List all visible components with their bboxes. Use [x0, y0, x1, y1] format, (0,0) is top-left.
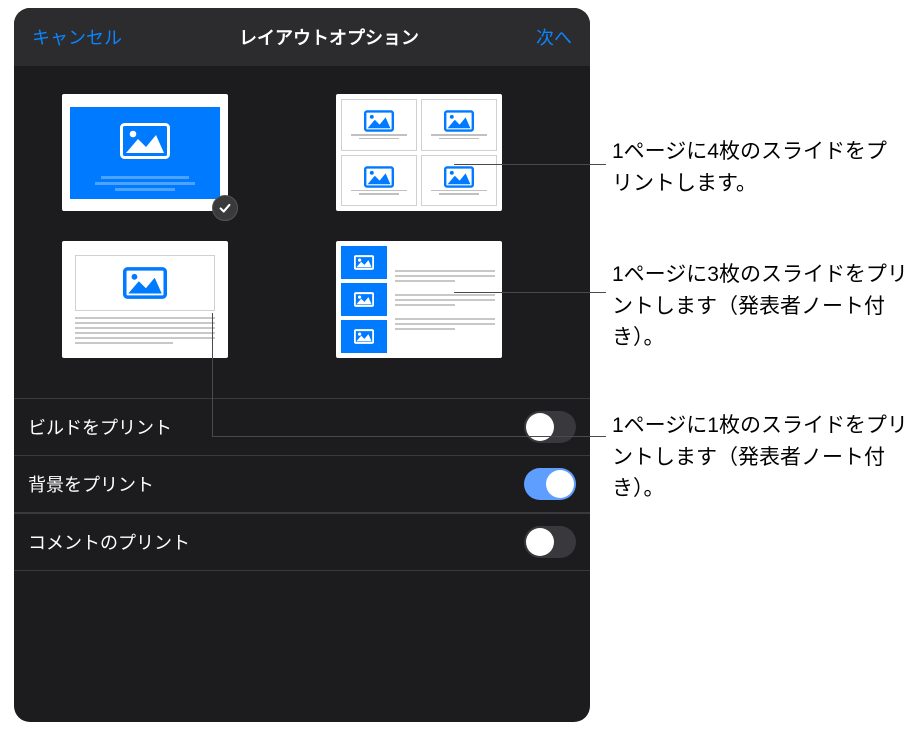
image-icon: [364, 166, 394, 188]
print-builds-toggle[interactable]: [524, 411, 576, 443]
layout-four-slides[interactable]: [336, 94, 502, 211]
callout-three-slides: 1ページに3枚のスライドをプリントします（発表者ノート付き）。: [612, 259, 908, 354]
layout-three-slides-notes[interactable]: [336, 241, 502, 358]
toggle-label: コメントのプリント: [28, 529, 190, 555]
options-list: ビルドをプリント 背景をプリント コメントのプリント: [14, 398, 590, 571]
image-icon: [354, 292, 374, 307]
print-comments-toggle[interactable]: [524, 526, 576, 558]
three-up-preview: [341, 246, 497, 353]
layout-single-slide[interactable]: [62, 94, 228, 211]
image-icon: [364, 110, 394, 132]
print-background-row: 背景をプリント: [14, 455, 590, 513]
layout-options-panel: キャンセル レイアウトオプション 次へ: [14, 8, 590, 722]
header-title: レイアウトオプション: [239, 24, 419, 50]
four-up-preview: [341, 99, 497, 206]
print-background-toggle[interactable]: [524, 468, 576, 500]
image-icon: [444, 166, 474, 188]
image-icon: [123, 267, 167, 299]
cancel-button[interactable]: キャンセル: [32, 24, 122, 50]
image-icon: [120, 123, 170, 159]
toggle-label: 背景をプリント: [28, 471, 154, 497]
toggle-label: ビルドをプリント: [28, 414, 172, 440]
next-button[interactable]: 次へ: [536, 24, 572, 50]
print-comments-row: コメントのプリント: [14, 513, 590, 571]
image-icon: [354, 255, 374, 270]
layout-grid: [14, 66, 590, 376]
callout-leader: [454, 292, 606, 293]
image-icon: [354, 329, 374, 344]
callout-leader: [212, 313, 213, 436]
callout-four-slides: 1ページに4枚のスライドをプリントします。: [612, 136, 902, 199]
layout-one-slide-notes[interactable]: [62, 241, 228, 358]
callout-leader: [454, 164, 606, 165]
notes-lines: [393, 246, 497, 353]
selected-check-icon: [212, 195, 238, 221]
print-builds-row: ビルドをプリント: [14, 398, 590, 456]
callout-leader: [212, 436, 606, 437]
header: キャンセル レイアウトオプション 次へ: [14, 8, 590, 66]
callout-one-slide: 1ページに1枚のスライドをプリントします（発表者ノート付き）。: [612, 410, 908, 505]
slide-preview: [70, 107, 220, 199]
notes-lines: [75, 317, 215, 344]
slide-preview: [75, 255, 215, 311]
text-lines: [70, 176, 220, 191]
image-icon: [444, 110, 474, 132]
